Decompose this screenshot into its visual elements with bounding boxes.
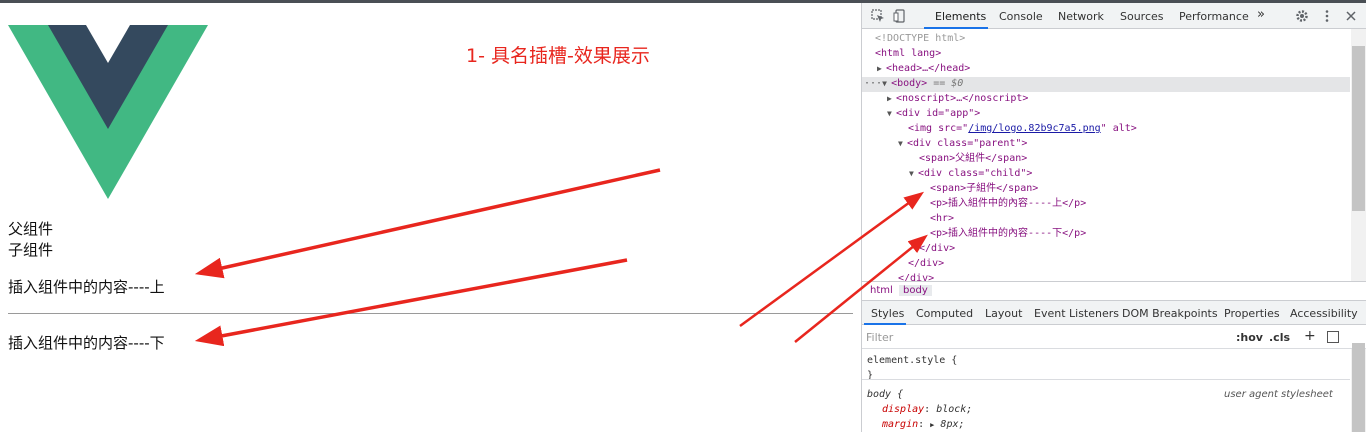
noscript-tag: <noscript>…</noscript> <box>896 93 1029 104</box>
dom-node-doctype[interactable]: <!DOCTYPE html> <box>862 32 1350 47</box>
collapse-triangle-icon[interactable]: ▼ <box>887 107 896 122</box>
head-tag: <head>…</head> <box>886 63 971 74</box>
new-style-rule-button[interactable]: + <box>1304 328 1316 344</box>
dom-node-div-child-close[interactable]: </div> <box>862 242 1350 257</box>
close-devtools-icon[interactable] <box>1344 9 1358 23</box>
dom-node-div-app-close[interactable]: </div> <box>862 272 1350 281</box>
styles-pane: element.style { } body { user agent styl… <box>862 349 1350 432</box>
devtools-panel: Elements Console Network Sources Perform… <box>861 3 1366 432</box>
styles-filter-input[interactable] <box>866 328 1228 346</box>
dom-node-span-child[interactable]: <span>子組件</span> <box>862 182 1350 197</box>
display-value: block; <box>936 404 973 415</box>
breadcrumb-body[interactable]: body <box>899 285 932 296</box>
styles-divider <box>862 379 1350 380</box>
body-rule-selector[interactable]: body { <box>867 387 903 402</box>
div-close-tag: </div> <box>919 243 956 254</box>
div-parent-tag: <div class="parent"> <box>907 138 1028 149</box>
hr-tag: <hr> <box>930 213 955 224</box>
margin-property: margin <box>882 419 919 430</box>
div-close-tag: </div> <box>898 273 935 281</box>
span-child-tag: <span>子組件</span> <box>930 183 1039 194</box>
class-toggle[interactable]: .cls <box>1269 331 1290 344</box>
tab-accessibility[interactable]: Accessibility <box>1290 307 1358 320</box>
element-style-rule[interactable]: element.style { <box>867 353 957 368</box>
dom-node-div-parent[interactable]: ▼ <div class="parent"> <box>862 137 1350 152</box>
inspect-element-icon[interactable] <box>871 9 885 23</box>
tab-sources[interactable]: Sources <box>1120 10 1164 23</box>
tab-performance[interactable]: Performance <box>1179 10 1249 23</box>
selected-node-marker: == $0 <box>933 78 964 89</box>
div-child-tag: <div class="child"> <box>918 168 1033 179</box>
dom-scrollbar-thumb[interactable] <box>1352 46 1365 211</box>
breadcrumb: html body <box>862 281 1366 301</box>
doctype-text: <!DOCTYPE html> <box>875 33 966 44</box>
dom-node-div-child[interactable]: ▼ <div class="child"> <box>862 167 1350 182</box>
display-declaration[interactable]: display: block; <box>882 402 972 417</box>
div-close-tag: </div> <box>908 258 945 269</box>
tab-dom-breakpoints[interactable]: DOM Breakpoints <box>1122 307 1218 320</box>
dom-node-body[interactable]: ···▼ <body> == $0 <box>862 77 1350 92</box>
margin-value: 8px; <box>940 419 965 430</box>
tab-computed[interactable]: Computed <box>916 307 973 320</box>
img-tag-open: <img src=" <box>908 123 969 134</box>
slot-content-bottom: 插入组件中的内容----下 <box>8 334 165 352</box>
styles-filter-row: :hov .cls + <box>862 325 1366 349</box>
img-src-link[interactable]: /img/logo.82b9c7a5.png <box>968 123 1100 134</box>
styles-scrollbar-thumb[interactable] <box>1352 343 1365 432</box>
vue-logo <box>8 25 208 199</box>
breadcrumb-html[interactable]: html <box>866 285 897 296</box>
margin-declaration[interactable]: margin: ▶ 8px; <box>882 417 965 432</box>
dom-tree: <!DOCTYPE html> <html lang> ▶ <head>…</he… <box>862 29 1366 281</box>
rule-origin: user agent stylesheet <box>1224 389 1333 400</box>
dom-node-p-top[interactable]: <p>插入組件中的內容----上</p> <box>862 197 1350 212</box>
dom-node-hr[interactable]: <hr> <box>862 212 1350 227</box>
expand-triangle-icon[interactable]: ▶ <box>877 62 886 77</box>
more-tabs-icon[interactable]: » <box>1257 7 1265 22</box>
node-actions-icon[interactable]: ··· <box>864 78 882 89</box>
parent-component-label: 父组件 <box>8 220 54 238</box>
dom-node-div-parent-close[interactable]: </div> <box>862 257 1350 272</box>
div-app-tag: <div id="app"> <box>896 108 981 119</box>
p-bottom-tag: <p>插入組件中的內容----下</p> <box>930 228 1087 239</box>
device-toolbar-icon[interactable] <box>893 9 907 23</box>
display-property: display <box>882 404 925 415</box>
tab-console[interactable]: Console <box>999 10 1043 23</box>
rendered-page: 1- 具名插槽-效果展示 父组件 子组件 插入组件中的内容----上 插入组件中… <box>0 3 861 432</box>
html-tag: <html lang> <box>875 48 942 59</box>
element-style-close: } <box>867 370 874 381</box>
body-tag: <body> <box>891 78 928 89</box>
dom-node-html[interactable]: <html lang> <box>862 47 1350 62</box>
slot-content-top: 插入组件中的内容----上 <box>8 278 165 296</box>
horizontal-rule <box>8 313 853 314</box>
dom-node-img[interactable]: <img src="/img/logo.82b9c7a5.png" alt> <box>862 122 1350 137</box>
settings-gear-icon[interactable] <box>1295 9 1309 23</box>
collapse-triangle-icon[interactable]: ▼ <box>882 77 891 92</box>
tab-properties[interactable]: Properties <box>1224 307 1280 320</box>
img-tag-close: " alt> <box>1100 123 1137 134</box>
hover-state-toggle[interactable]: :hov <box>1236 331 1263 344</box>
annotation-title: 1- 具名插槽-效果展示 <box>466 45 650 67</box>
tab-layout[interactable]: Layout <box>985 307 1022 320</box>
dom-node-noscript[interactable]: ▶ <noscript>…</noscript> <box>862 92 1350 107</box>
more-options-icon[interactable] <box>1320 9 1334 23</box>
span-parent-tag: <span>父組件</span> <box>919 153 1028 164</box>
expand-triangle-icon[interactable]: ▶ <box>887 92 896 107</box>
dom-node-p-bottom[interactable]: <p>插入組件中的內容----下</p> <box>862 227 1350 242</box>
devtools-tab-bar: Elements Console Network Sources Perform… <box>862 3 1366 29</box>
p-top-tag: <p>插入組件中的內容----上</p> <box>930 198 1087 209</box>
collapse-triangle-icon[interactable]: ▼ <box>898 137 907 152</box>
tab-network[interactable]: Network <box>1058 10 1104 23</box>
child-component-label: 子组件 <box>8 241 54 259</box>
dom-node-head[interactable]: ▶ <head>…</head> <box>862 62 1350 77</box>
collapse-triangle-icon[interactable]: ▼ <box>909 167 918 182</box>
dom-node-span-parent[interactable]: <span>父組件</span> <box>862 152 1350 167</box>
tab-elements[interactable]: Elements <box>935 10 986 23</box>
styles-tab-bar: Styles Computed Layout Event Listeners D… <box>862 301 1366 325</box>
tab-event-listeners[interactable]: Event Listeners <box>1034 307 1119 320</box>
toggle-sidebar-icon[interactable] <box>1327 331 1339 343</box>
tab-styles[interactable]: Styles <box>871 307 904 320</box>
expand-triangle-icon[interactable]: ▶ <box>930 421 934 429</box>
dom-node-div-app[interactable]: ▼ <div id="app"> <box>862 107 1350 122</box>
